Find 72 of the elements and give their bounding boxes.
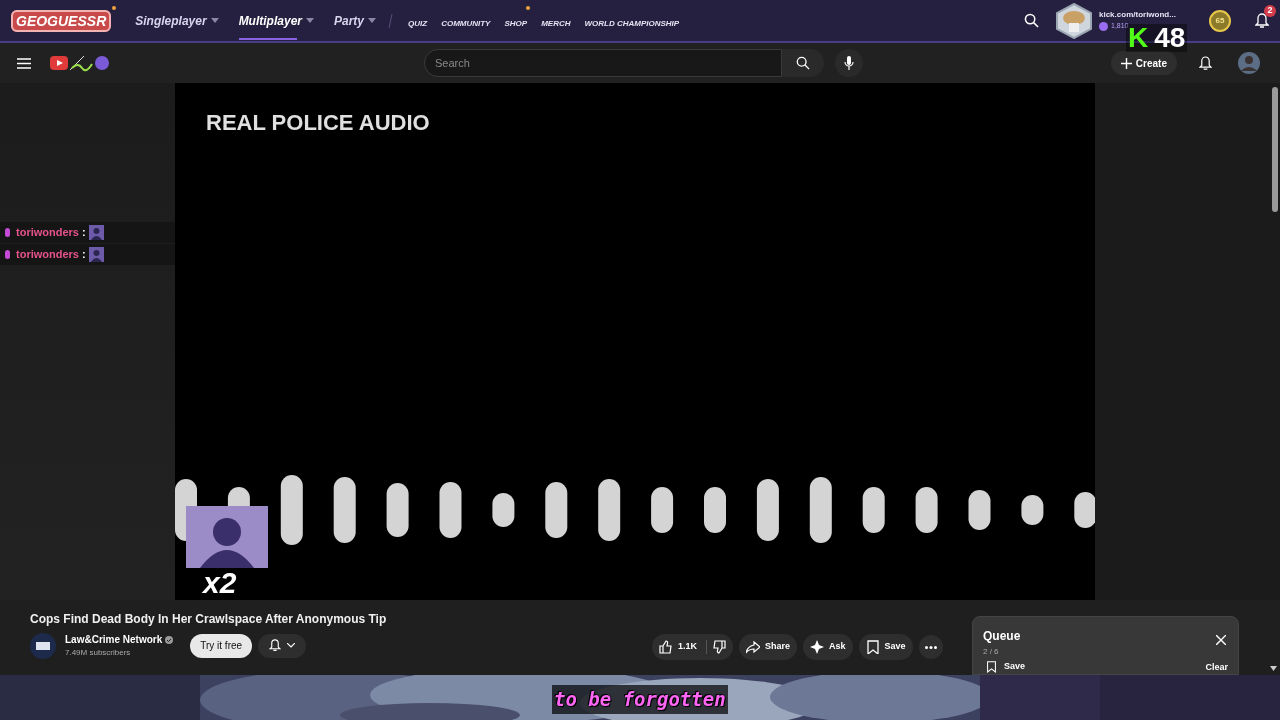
video-heading: REAL POLICE AUDIO	[206, 109, 430, 137]
subscriber-count: 7.49M subscribers	[65, 647, 132, 659]
more-icon	[924, 645, 937, 649]
nav-link[interactable]: Multiplayer	[238, 11, 302, 30]
notification-badge: 2	[1264, 4, 1276, 17]
menu-icon[interactable]	[17, 57, 31, 69]
search-icon[interactable]	[1024, 13, 1039, 28]
create-button[interactable]: Create	[1110, 51, 1177, 75]
channel-name[interactable]: Law&Crime Network	[65, 632, 163, 647]
microphone-icon	[5, 250, 10, 259]
more-button[interactable]	[918, 635, 943, 659]
queue-save-button[interactable]: Save	[986, 660, 1026, 674]
video-title: Cops Find Dead Body In Her Crawlspace After Anonymous Tip	[30, 611, 387, 628]
channel-avatar[interactable]	[30, 632, 56, 659]
chat-username: toriwonders	[16, 247, 79, 263]
scroll-down-icon[interactable]	[1270, 666, 1277, 671]
multiplier-text: x2	[203, 568, 237, 598]
caret-icon	[368, 18, 376, 23]
scrollbar-thumb[interactable]	[1272, 87, 1278, 212]
search-icon	[796, 56, 810, 70]
bell-icon	[269, 639, 282, 652]
nav-link[interactable]: WORLD CHAMPIONSHIP	[584, 18, 680, 28]
thumbs-up-icon	[659, 640, 673, 654]
caret-icon	[287, 643, 296, 648]
search-field[interactable]: Search	[424, 49, 782, 77]
sparkle-icon	[810, 640, 825, 654]
avatar-badge-icon[interactable]	[1055, 2, 1093, 39]
nav-link[interactable]: QUIZ	[408, 18, 428, 28]
microphone-button[interactable]	[835, 49, 863, 77]
level-badge: 65	[1209, 9, 1231, 32]
clear-button[interactable]: Clear	[1205, 661, 1228, 675]
action-button[interactable]: Save	[858, 634, 913, 660]
queue-title: Queue	[983, 628, 1021, 645]
emote-icon	[88, 225, 104, 240]
like-count: 1.1K	[678, 640, 697, 654]
thumbs-down-icon	[712, 640, 726, 654]
action-button[interactable]: Ask	[803, 634, 853, 660]
emote-icon	[88, 247, 104, 262]
nav-link[interactable]: SHOP	[504, 18, 528, 28]
bookmark-icon	[986, 660, 997, 674]
video-player[interactable]: REAL POLICE AUDIO x2	[175, 83, 1095, 600]
coin-icon	[1099, 22, 1108, 31]
close-icon[interactable]	[1216, 635, 1226, 645]
microphone-icon	[844, 56, 854, 70]
queue-position: 2 / 6	[983, 646, 999, 658]
share-icon	[746, 640, 760, 654]
nav-link[interactable]: COMMUNITY	[441, 18, 491, 28]
notification-button[interactable]	[258, 633, 307, 658]
viewer-count: 48	[1154, 24, 1186, 52]
chat-separator: :	[81, 247, 86, 263]
nav-link[interactable]: Singleplayer	[135, 11, 207, 30]
bookmark-icon	[865, 640, 880, 654]
action-button[interactable]: Share	[739, 634, 798, 660]
microphone-icon	[5, 228, 10, 237]
nav-link[interactable]: Party	[334, 11, 364, 30]
search-button[interactable]	[782, 49, 824, 77]
caret-icon	[210, 18, 219, 23]
plus-icon	[1120, 57, 1132, 69]
bell-icon[interactable]	[1199, 55, 1212, 71]
chat-username: toriwonders	[16, 225, 79, 241]
chat-separator: :	[81, 225, 86, 241]
profile-name[interactable]: kick.com/toriwond...	[1099, 9, 1199, 22]
logo[interactable]: GEOGUESSR	[11, 9, 112, 32]
nav-link[interactable]: MERCH	[541, 18, 571, 28]
avatar-icon[interactable]	[1238, 52, 1260, 74]
bell-icon[interactable]	[1255, 12, 1269, 29]
caption-text: to be forgotten	[552, 685, 728, 714]
active-underline	[238, 37, 297, 40]
like-dislike-button[interactable]: 1.1K	[652, 634, 733, 660]
subscribe-button[interactable]: Try it free	[190, 633, 253, 658]
caret-icon	[306, 18, 314, 23]
kick-letter: K	[1128, 24, 1149, 52]
